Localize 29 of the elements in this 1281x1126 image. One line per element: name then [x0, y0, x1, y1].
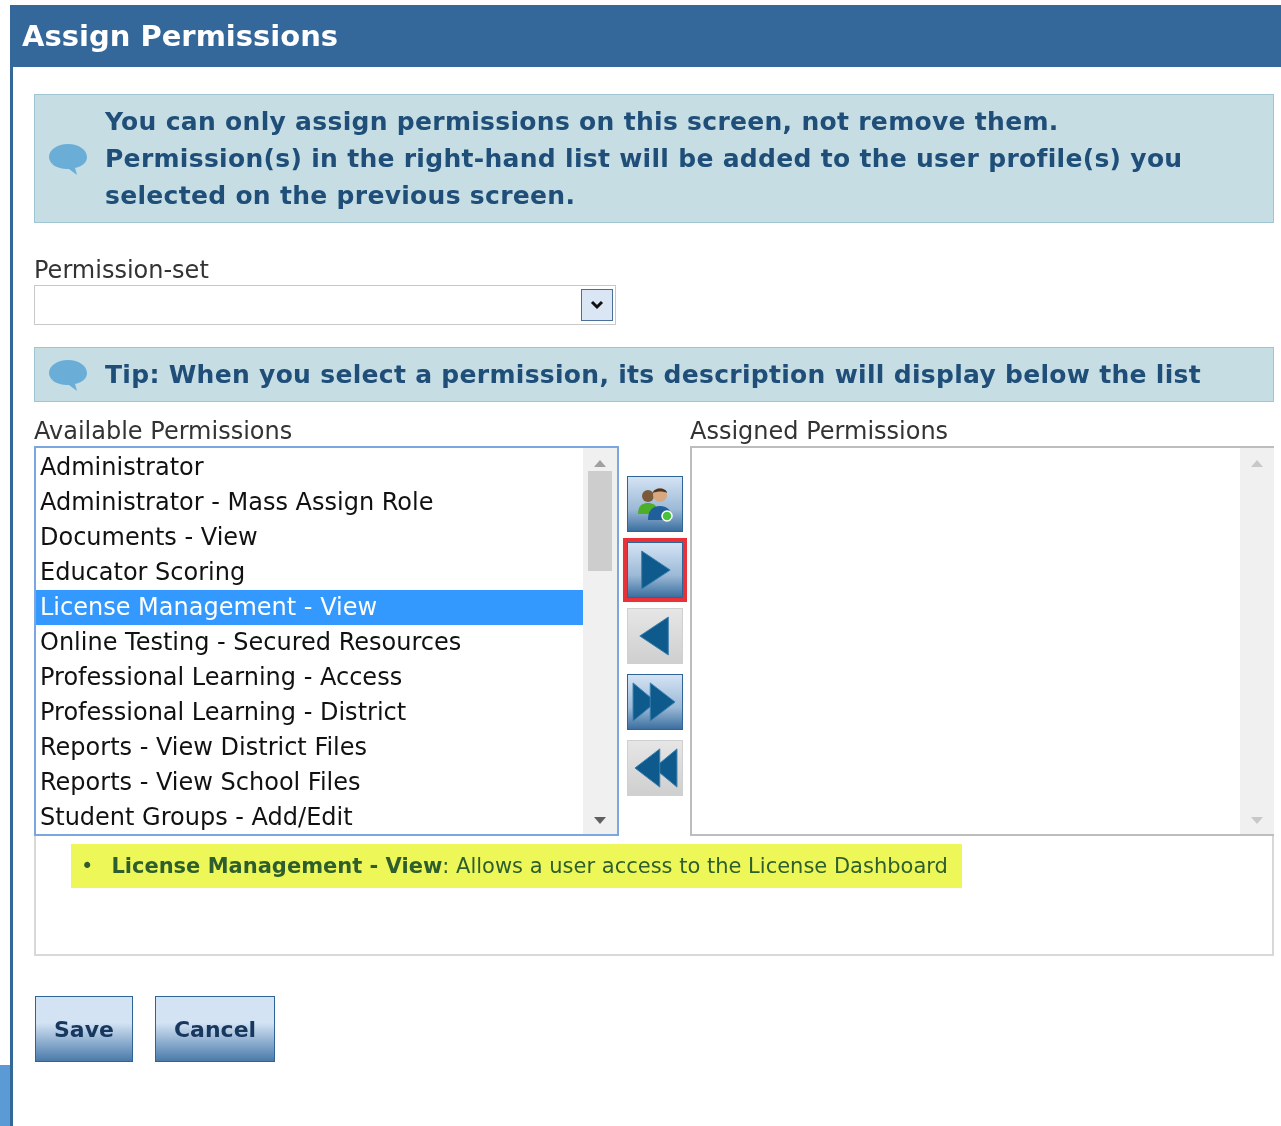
scrollbar[interactable]	[583, 448, 617, 834]
permission-item[interactable]: Administrator	[36, 450, 583, 485]
action-button[interactable]: Save	[35, 996, 133, 1062]
permission-item[interactable]: Student Groups - Add/Edit	[36, 800, 583, 835]
list-label: Available Permissions	[34, 416, 294, 446]
list-label: Assigned Permissions	[690, 416, 950, 446]
speech-bubble-icon	[47, 141, 89, 176]
background-panel	[0, 1065, 10, 1126]
permission-item[interactable]: Online Testing - Secured Resources	[36, 625, 583, 660]
permission-item[interactable]: Documents - View	[36, 520, 583, 555]
transfer-button[interactable]	[626, 476, 683, 532]
permission-item[interactable]: Administrator - Mass Assign Role	[36, 485, 583, 520]
permission-item[interactable]: Educator Scoring	[36, 555, 583, 590]
permission-item[interactable]: Reports - View School Files	[36, 765, 583, 800]
tip-text: Tip: When you select a permission, its description will display below the list	[105, 359, 1201, 391]
description-text: License Management - View: Allows a user access to the License Dashboard	[111, 853, 948, 880]
permission-item[interactable]: Professional Learning - Access	[36, 660, 583, 695]
action-button[interactable]: Cancel	[154, 996, 276, 1062]
available-permissions-list[interactable]	[34, 446, 619, 836]
transfer-button[interactable]	[626, 674, 683, 730]
bullet: •	[81, 853, 94, 880]
permission-item[interactable]: Reports - View District Files	[36, 730, 583, 765]
window-title: Assign Permissions	[13, 5, 1281, 67]
dropdown-caret-icon[interactable]	[581, 289, 613, 321]
permission-item[interactable]: Professional Learning - District	[36, 695, 583, 730]
scrollbar[interactable]	[1240, 448, 1274, 834]
field-label: Permission-set	[34, 255, 210, 285]
speech-bubble-icon	[47, 357, 89, 392]
info-text: You can only assign permissions on this screen, not remove them. Permission(s) in the right-hand list will be added to the user profile(s) you selected on the previous screen.	[105, 106, 1184, 212]
